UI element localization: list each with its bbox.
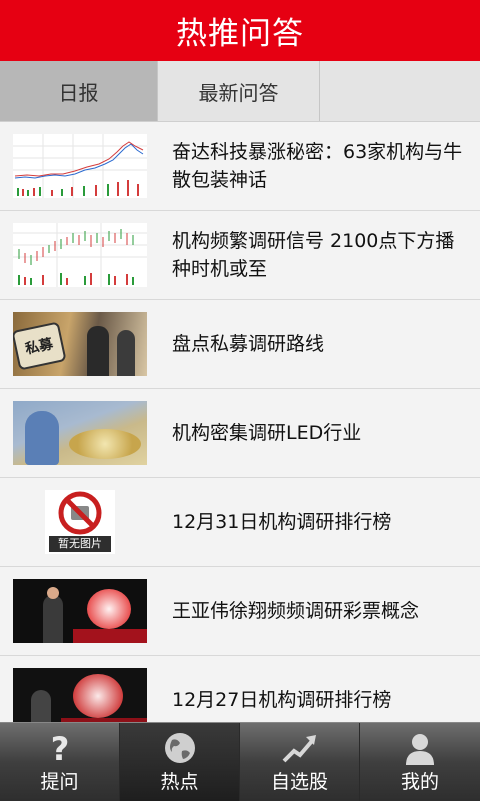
stock-chart-thumbnail: [13, 223, 147, 287]
led-tray: [69, 429, 141, 459]
list-item[interactable]: 机构密集调研LED行业: [0, 389, 480, 478]
tab-latest-qa[interactable]: 最新问答: [158, 61, 320, 121]
stage-base: [73, 629, 147, 643]
photo-thumbnail: [13, 668, 147, 722]
person-figure: [43, 595, 63, 643]
page-title: 热推问答: [0, 0, 480, 61]
lottery-machine: [87, 589, 131, 629]
tab-label: 最新问答: [198, 80, 279, 105]
photo-thumbnail: 私募: [13, 312, 147, 376]
list-item[interactable]: 暂无图片 12月31日机构调研排行榜: [0, 478, 480, 567]
globe-icon: [164, 732, 195, 763]
person-figure: [87, 326, 109, 376]
list-item[interactable]: 12月27日机构调研排行榜: [0, 656, 480, 722]
person-figure: [31, 690, 51, 722]
article-title: 奋达科技暴涨秘密：63家机构与牛散包装神话: [172, 141, 463, 191]
list-item[interactable]: 王亚伟徐翔频频调研彩票概念: [0, 567, 480, 656]
worker-figure: [25, 411, 59, 465]
badge-text: 私募: [23, 336, 55, 358]
nav-label: 自选股: [270, 770, 328, 793]
nav-label: 热点: [160, 770, 199, 793]
person-head: [47, 587, 59, 599]
person-figure: [117, 330, 135, 376]
trend-arrow-icon: [282, 734, 316, 762]
article-title: 盘点私募调研路线: [172, 333, 325, 355]
no-image-icon: [58, 491, 102, 535]
article-title: 12月31日机构调研排行榜: [172, 511, 392, 533]
nav-mine[interactable]: 我的: [360, 723, 480, 801]
tab-bar: 日报 最新问答: [0, 61, 480, 122]
svg-text:?: ?: [50, 731, 69, 765]
nav-ask[interactable]: ? 提问: [0, 723, 120, 801]
list-item[interactable]: 私募 盘点私募调研路线: [0, 300, 480, 389]
article-title: 机构频繁调研信号 2100点下方播种时机或至: [172, 230, 455, 280]
lottery-machine: [73, 674, 123, 718]
nav-label: 提问: [40, 770, 79, 793]
tab-label: 日报: [58, 80, 99, 105]
list-item[interactable]: 奋达科技暴涨秘密：63家机构与牛散包装神话: [0, 122, 480, 211]
photo-thumbnail: [13, 579, 147, 643]
nav-label: 我的: [400, 770, 439, 793]
article-title: 12月27日机构调研排行榜: [172, 689, 392, 711]
nav-hot[interactable]: 热点: [120, 723, 240, 801]
article-title: 机构密集调研LED行业: [172, 422, 362, 444]
no-image-thumbnail: 暂无图片: [13, 490, 147, 554]
private-fund-badge: 私募: [13, 321, 67, 371]
nav-watchlist[interactable]: 自选股: [240, 723, 360, 801]
tab-daily[interactable]: 日报: [0, 61, 158, 121]
photo-thumbnail: [13, 401, 147, 465]
question-icon: ?: [50, 731, 69, 765]
user-icon: [406, 733, 434, 765]
stock-chart-thumbnail: [13, 134, 147, 198]
no-image-label: 暂无图片: [49, 536, 111, 552]
article-title: 王亚伟徐翔频频调研彩票概念: [172, 600, 420, 622]
header-title: 热推问答: [176, 16, 304, 52]
bottom-navigation: ? 提问 热点 自选股 我的: [0, 722, 480, 801]
list-item[interactable]: 机构频繁调研信号 2100点下方播种时机或至: [0, 211, 480, 300]
article-list[interactable]: 奋达科技暴涨秘密：63家机构与牛散包装神话 机构频繁调研信号 2100点下方播种…: [0, 122, 480, 722]
tab-empty: [320, 61, 480, 121]
